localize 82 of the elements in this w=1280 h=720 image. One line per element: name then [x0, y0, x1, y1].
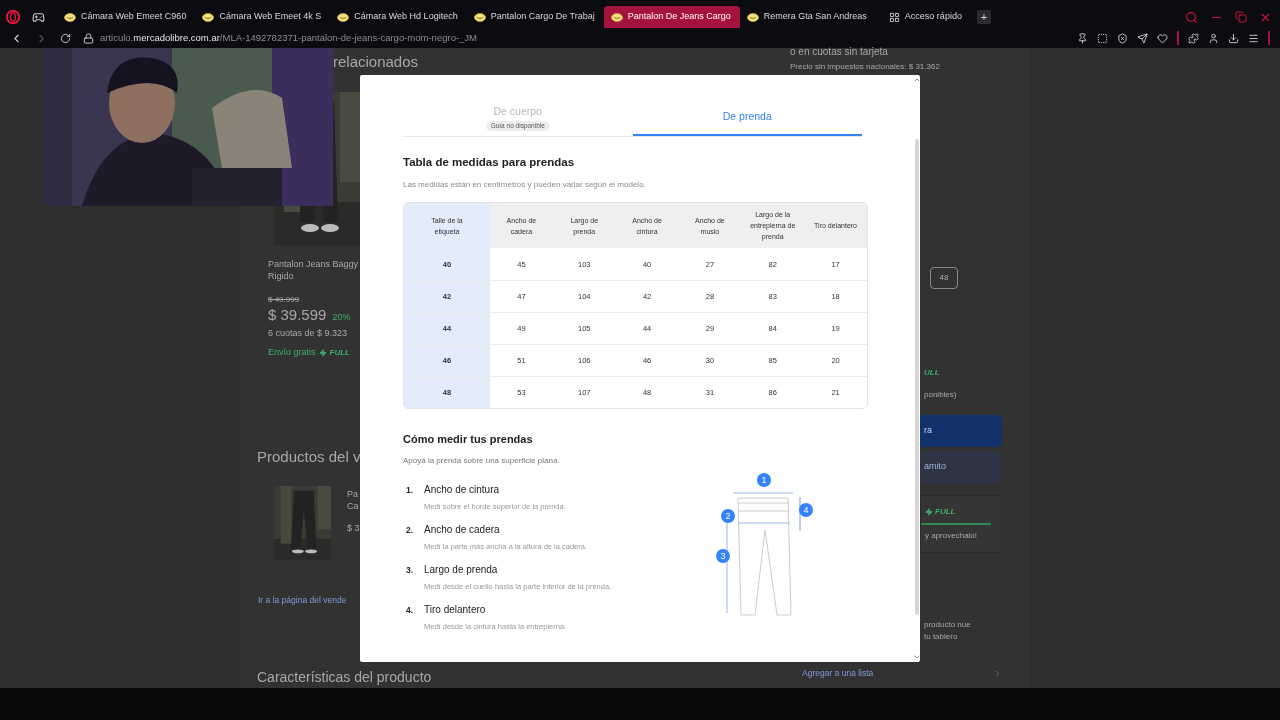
old-price: $ 49.999	[268, 294, 300, 307]
section-heading: Productos del v	[257, 446, 361, 467]
site-icon	[746, 12, 759, 22]
heart-icon[interactable]	[1157, 32, 1168, 44]
site-icon	[610, 12, 623, 22]
step-number: 4.	[405, 603, 415, 617]
size-button[interactable]: 48	[930, 267, 958, 289]
section-heading: Características del producto	[257, 668, 432, 687]
site-icon	[64, 12, 76, 22]
opera-logo-icon[interactable]	[6, 10, 20, 24]
step-number: 3.	[405, 563, 415, 577]
buy-button[interactable]: ra	[920, 415, 1002, 447]
step-title: Ancho de cadera	[424, 522, 501, 537]
browser-tab[interactable]: Remera Gta San Andreas	[739, 6, 876, 28]
full-label: ULL	[924, 367, 940, 379]
download-icon[interactable]	[1228, 32, 1239, 44]
discount-label: 20%	[332, 311, 351, 325]
tax-note: Precio sin impuestos nacionales: $ 31.362	[790, 61, 940, 73]
step-marker: 3	[716, 548, 730, 563]
gamepad-icon[interactable]	[32, 10, 45, 24]
installments-text: o en cuotas sin tarjeta	[790, 45, 888, 59]
reload-icon[interactable]	[60, 32, 71, 44]
browser-tab[interactable]: Acceso rápido	[881, 6, 971, 28]
new-tab-button[interactable]: +	[976, 10, 991, 24]
lock-icon	[83, 32, 94, 44]
browser-tab[interactable]: Cámara Web Emeet C960	[57, 6, 196, 28]
pin-icon[interactable]	[1077, 32, 1088, 44]
site-icon	[337, 12, 350, 22]
profile-icon[interactable]	[1208, 32, 1219, 44]
product-title[interactable]: Ca	[347, 500, 359, 513]
browser-tab[interactable]: Pantalon De Jeans Cargo	[603, 6, 740, 28]
browser-tab[interactable]: Cámara Web Hd Logitech	[330, 6, 467, 28]
add-to-list-link[interactable]: Agregar a una lista	[802, 667, 874, 680]
menu-icon[interactable]	[1248, 32, 1259, 44]
product-title[interactable]: Rigido	[268, 270, 359, 283]
send-icon[interactable]	[1137, 32, 1148, 44]
shield-icon[interactable]	[1117, 32, 1128, 44]
product-price: $ 39.599	[268, 305, 327, 326]
step-marker: 1	[757, 472, 771, 487]
stock-text: ponibles)	[924, 389, 957, 401]
table-subtitle: Las medidas están en centímetros y pueden variar según el modelo.	[403, 179, 647, 192]
full-label: FULL	[935, 506, 956, 518]
howto-subtitle: Apoyá la prenda sobre una superficie plana.	[403, 454, 561, 467]
full-label: FULL	[329, 347, 350, 359]
snapshot-icon[interactable]	[1097, 32, 1108, 44]
product-title[interactable]: Pa	[347, 488, 358, 501]
installments-text: 6 cuotas de $ 9.323	[268, 326, 348, 340]
guide-tab[interactable]: De prenda	[632, 104, 862, 136]
product-price: $ 3	[347, 522, 360, 535]
address-field[interactable]: articulo.mercadolibre.com.ar/MLA-1492782371-pantalon-de-jeans-cargo-mom-negro-_JM	[100, 30, 478, 46]
search-icon[interactable]	[1185, 10, 1198, 24]
shipping-text: Envío gratis	[268, 346, 316, 360]
seller-link[interactable]: Ir a la página del vende	[258, 594, 347, 607]
lightning-icon	[925, 508, 933, 516]
howto-title: Cómo medir tus prendas	[403, 432, 534, 448]
step-marker: 4	[799, 502, 813, 517]
step-title: Tiro delantero	[424, 602, 487, 617]
browser-tab[interactable]: Cámara Web Emeet 4k S	[195, 6, 331, 28]
scroll-down-icon[interactable]	[913, 653, 920, 661]
cart-button[interactable]: amito	[920, 451, 1002, 483]
extensions-icon[interactable]	[1188, 32, 1199, 44]
browser-tab[interactable]: Pantalon Cargo De Trabaj	[466, 6, 604, 28]
progress-line	[921, 523, 991, 525]
lightning-icon	[318, 349, 327, 357]
grid-icon	[888, 11, 900, 23]
scroll-up-icon[interactable]	[913, 76, 920, 84]
promo-text: y aprovechalo!	[924, 530, 978, 542]
site-icon	[202, 12, 215, 22]
step-number: 2.	[405, 523, 415, 537]
scrollbar-thumb[interactable]	[915, 139, 919, 615]
note-text: tu tablero	[924, 631, 958, 643]
site-icon	[473, 12, 486, 22]
chevron-icon	[993, 668, 1002, 678]
note-text: producto nue	[924, 619, 971, 631]
step-title: Ancho de cintura	[424, 482, 501, 497]
table-title: Tabla de medidas para prendas	[403, 155, 576, 170]
product-title[interactable]: Pantalon Jeans Baggy	[268, 258, 359, 271]
step-marker: 2	[721, 508, 735, 523]
step-number: 1.	[405, 483, 415, 497]
restore-icon[interactable]	[1235, 11, 1247, 23]
step-title: Largo de prenda	[424, 562, 499, 577]
section-heading: relacionados	[333, 52, 419, 72]
